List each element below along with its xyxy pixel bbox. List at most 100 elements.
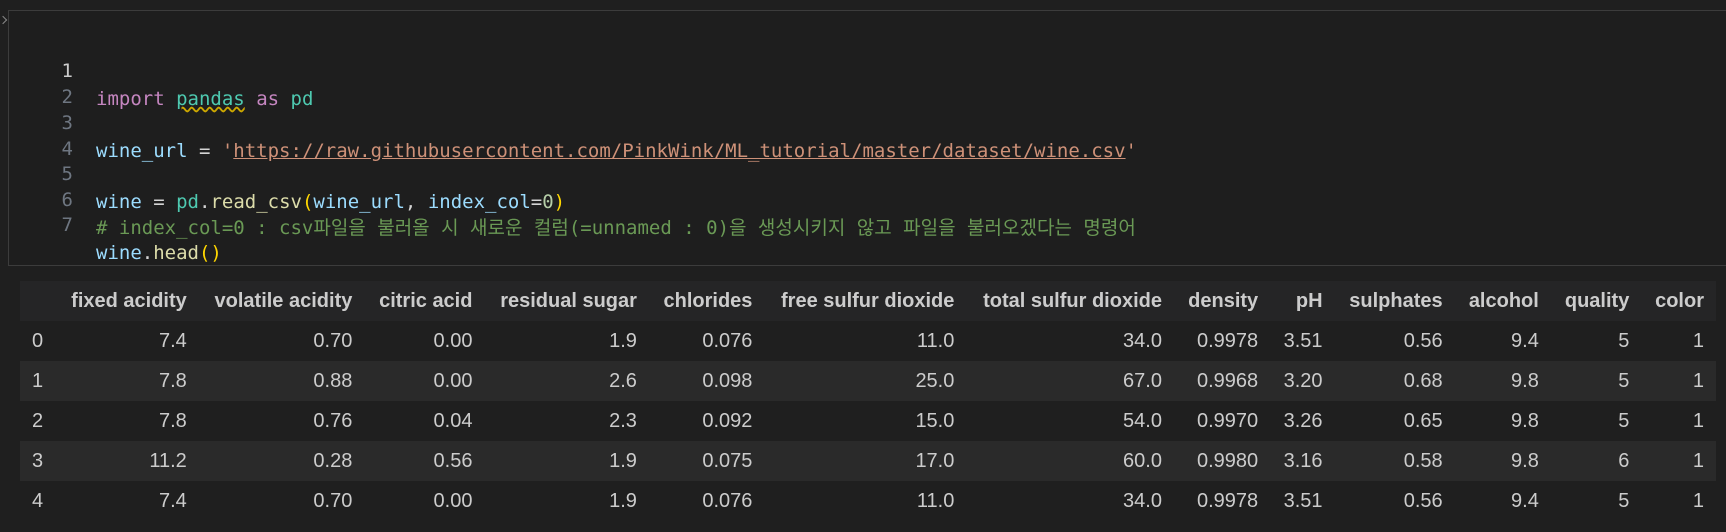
string-quote: ' [221, 140, 234, 162]
parens: () [198, 242, 222, 264]
table-cell: 0.56 [364, 441, 485, 481]
table-cell: 0.075 [648, 441, 765, 481]
table-cell: 9.4 [1454, 481, 1551, 521]
table-cell: 5 [1550, 361, 1642, 401]
table-row: 4 7.4 0.70 0.00 1.9 0.076 11.0 34.0 0.9978 3.51 0.… [20, 481, 1716, 521]
variable-name: wine [96, 242, 142, 264]
table-cell: 0.9968 [1173, 361, 1271, 401]
column-header: density [1173, 281, 1271, 321]
table-cell: 1.9 [484, 441, 649, 481]
code-line-6: 6 # index_col=0 : csv파일을 불러올 시 새로운 컬럼(=u… [9, 158, 1136, 239]
column-header: color [1641, 281, 1716, 321]
comma: , [404, 191, 428, 213]
code-cell[interactable]: 1 import pandas as pd 2 3 wine_url = 'ht… [8, 10, 1726, 266]
index-header [20, 281, 56, 321]
column-header: citric acid [364, 281, 485, 321]
table-cell: 0.70 [198, 321, 365, 361]
paren-open: ( [301, 191, 314, 213]
comment: # index_col=0 : csv파일을 불러올 시 새로운 컬럼(=unn… [96, 217, 1136, 239]
table-cell: 67.0 [966, 361, 1174, 401]
keyword-as: as [256, 88, 280, 110]
table-cell: 11.0 [764, 481, 967, 521]
module-name: pandas [176, 88, 245, 110]
table-cell: 9.4 [1454, 321, 1551, 361]
column-header: sulphates [1334, 281, 1455, 321]
table-cell: 7.8 [55, 401, 199, 441]
table-cell: 0.9978 [1173, 481, 1271, 521]
module-alias: pd [290, 88, 314, 110]
table-cell: 0.00 [364, 481, 485, 521]
table-cell: 3.20 [1270, 361, 1335, 401]
table-cell: 25.0 [764, 361, 967, 401]
table-cell: 0.88 [198, 361, 365, 401]
table-cell: 0.76 [198, 401, 365, 441]
equals: = [530, 191, 543, 213]
table-cell: 3.51 [1270, 481, 1335, 521]
table-cell: 60.0 [966, 441, 1174, 481]
column-header: free sulfur dioxide [764, 281, 967, 321]
table-cell: 0.56 [1334, 481, 1455, 521]
table-body: 0 7.4 0.70 0.00 1.9 0.076 11.0 34.0 0.9978 3.51 0.… [20, 321, 1716, 521]
code-line-7: 7 wine.head() [9, 183, 222, 264]
function-name: read_csv [210, 191, 302, 213]
table-cell: 9.8 [1454, 401, 1551, 441]
url-link[interactable]: https://raw.githubusercontent.com/PinkWi… [233, 140, 1125, 162]
table-row: 2 7.8 0.76 0.04 2.3 0.092 15.0 54.0 0.9970 3.26 0.… [20, 401, 1716, 441]
column-header: chlorides [648, 281, 765, 321]
row-index: 1 [20, 361, 56, 401]
paren-close: ) [553, 191, 566, 213]
table-cell: 3.51 [1270, 321, 1335, 361]
table-cell: 11.0 [764, 321, 967, 361]
code-line-5: 5 wine = pd.read_csv(wine_url, index_col… [9, 132, 566, 213]
number-literal: 0 [542, 191, 554, 213]
table-cell: 0.58 [1334, 441, 1455, 481]
column-header: alcohol [1454, 281, 1551, 321]
row-index: 4 [20, 481, 56, 521]
column-header: total sulfur dioxide [966, 281, 1174, 321]
table-cell: 0.70 [198, 481, 365, 521]
table-header-row: fixed acidity volatile acidity citric ac… [20, 281, 1716, 321]
table-cell: 15.0 [764, 401, 967, 441]
table-cell: 0.9978 [1173, 321, 1271, 361]
table-cell: 5 [1550, 321, 1642, 361]
table-row: 3 11.2 0.28 0.56 1.9 0.075 17.0 60.0 0.9980 3.16 0… [20, 441, 1716, 481]
table-cell: 54.0 [966, 401, 1174, 441]
table-cell: 2.6 [484, 361, 649, 401]
table-cell: 0.098 [648, 361, 765, 401]
table-cell: 0.65 [1334, 401, 1455, 441]
table-cell: 34.0 [966, 321, 1174, 361]
table-cell: 1 [1641, 481, 1716, 521]
table-cell: 6 [1550, 441, 1642, 481]
string-quote: ' [1125, 140, 1137, 162]
column-header: pH [1270, 281, 1335, 321]
table-cell: 7.8 [55, 361, 199, 401]
table-cell: 34.0 [966, 481, 1174, 521]
table-cell: 7.4 [55, 481, 199, 521]
argument: wine_url [313, 191, 405, 213]
table-row: 0 7.4 0.70 0.00 1.9 0.076 11.0 34.0 0.9978 3.51 0.… [20, 321, 1716, 361]
table-cell: 0.9980 [1173, 441, 1271, 481]
table-cell: 11.2 [55, 441, 199, 481]
collapse-marker-icon[interactable] [0, 15, 8, 25]
table-cell: 3.16 [1270, 441, 1335, 481]
table-cell: 9.8 [1454, 441, 1551, 481]
table-cell: 0.076 [648, 481, 765, 521]
code-line-4: 4 [9, 107, 73, 160]
variable-name: wine [96, 191, 142, 213]
table-cell: 0.04 [364, 401, 485, 441]
table-cell: 0.28 [198, 441, 365, 481]
table-cell: 1 [1641, 441, 1716, 481]
table-cell: 1.9 [484, 321, 649, 361]
row-index: 2 [20, 401, 56, 441]
table-cell: 5 [1550, 401, 1642, 441]
table-cell: 1 [1641, 361, 1716, 401]
table-cell: 0.092 [648, 401, 765, 441]
code-line-3: 3 wine_url = 'https://raw.githubusercont… [9, 81, 1137, 162]
table-cell: 3.26 [1270, 401, 1335, 441]
table-cell: 0.076 [648, 321, 765, 361]
code-line-1: 1 import pandas as pd [9, 29, 314, 110]
table-cell: 0.00 [364, 361, 485, 401]
table-cell: 1.9 [484, 481, 649, 521]
cell-output: fixed acidity volatile acidity citric ac… [20, 281, 1726, 521]
dataframe-table: fixed acidity volatile acidity citric ac… [20, 281, 1716, 521]
